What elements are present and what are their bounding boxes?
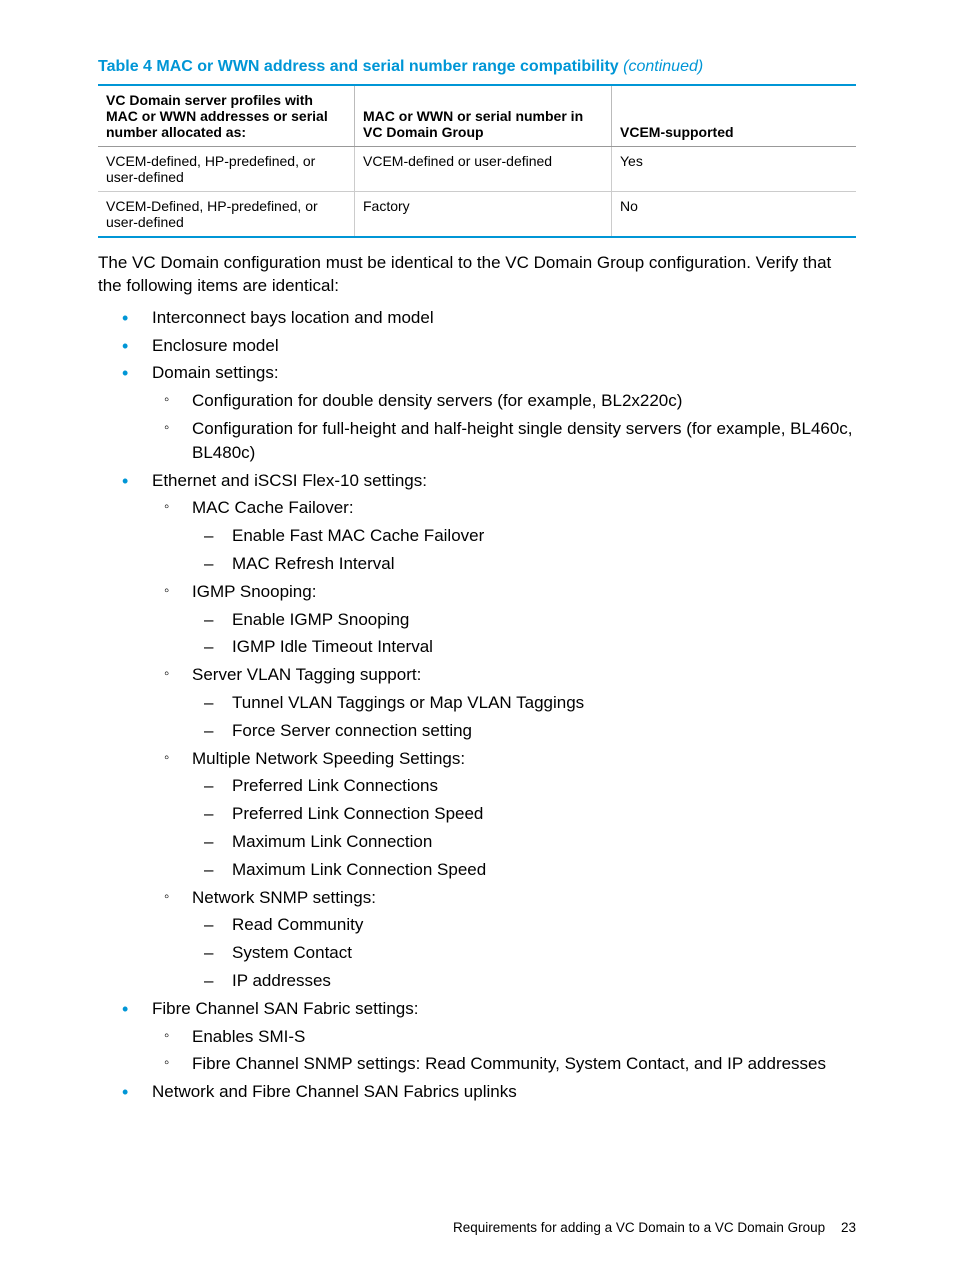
sublist: Read Community System Contact IP address… bbox=[192, 913, 856, 992]
list-text: Enclosure model bbox=[152, 336, 279, 355]
list-text: Enables SMI-S bbox=[192, 1027, 305, 1046]
list-text: Preferred Link Connections bbox=[232, 776, 438, 795]
list-item: MAC Cache Failover: Enable Fast MAC Cach… bbox=[158, 496, 856, 575]
sublist: Tunnel VLAN Taggings or Map VLAN Tagging… bbox=[192, 691, 856, 743]
list-item: IP addresses bbox=[198, 969, 856, 993]
list-text: MAC Refresh Interval bbox=[232, 554, 395, 573]
list-text: Server VLAN Tagging support: bbox=[192, 665, 421, 684]
list-text: Network and Fibre Channel SAN Fabrics up… bbox=[152, 1082, 517, 1101]
list-text: Network SNMP settings: bbox=[192, 888, 376, 907]
list-item: Server VLAN Tagging support: Tunnel VLAN… bbox=[158, 663, 856, 742]
compatibility-table: VC Domain server profiles with MAC or WW… bbox=[98, 84, 856, 238]
requirements-list: Interconnect bays location and model Enc… bbox=[98, 306, 856, 1104]
list-item: Tunnel VLAN Taggings or Map VLAN Tagging… bbox=[198, 691, 856, 715]
list-item: Interconnect bays location and model bbox=[116, 306, 856, 330]
list-item: Configuration for double density servers… bbox=[158, 389, 856, 413]
sublist: Enable Fast MAC Cache Failover MAC Refre… bbox=[192, 524, 856, 576]
intro-paragraph: The VC Domain configuration must be iden… bbox=[98, 252, 856, 298]
table-title-continued: (continued) bbox=[623, 58, 703, 75]
table-title-text: Table 4 MAC or WWN address and serial nu… bbox=[98, 58, 623, 75]
list-item: Configuration for full-height and half-h… bbox=[158, 417, 856, 465]
table-cell: Factory bbox=[355, 192, 612, 238]
list-text: MAC Cache Failover: bbox=[192, 498, 354, 517]
sublist: MAC Cache Failover: Enable Fast MAC Cach… bbox=[152, 496, 856, 992]
list-item: Preferred Link Connections bbox=[198, 774, 856, 798]
list-item: Enclosure model bbox=[116, 334, 856, 358]
table-row: VCEM-Defined, HP-predefined, or user-def… bbox=[98, 192, 856, 238]
page-container: Table 4 MAC or WWN address and serial nu… bbox=[0, 0, 954, 1271]
list-text: Fibre Channel SAN Fabric settings: bbox=[152, 999, 418, 1018]
list-text: Domain settings: bbox=[152, 363, 279, 382]
list-text: Configuration for double density servers… bbox=[192, 391, 682, 410]
table-row: VCEM-defined, HP-predefined, or user-def… bbox=[98, 147, 856, 192]
list-item: Fibre Channel SAN Fabric settings: Enabl… bbox=[116, 997, 856, 1076]
list-text: Force Server connection setting bbox=[232, 721, 472, 740]
list-item: Enable Fast MAC Cache Failover bbox=[198, 524, 856, 548]
table-title: Table 4 MAC or WWN address and serial nu… bbox=[98, 58, 856, 76]
list-item: Enable IGMP Snooping bbox=[198, 608, 856, 632]
table-cell: Yes bbox=[612, 147, 857, 192]
list-text: Multiple Network Speeding Settings: bbox=[192, 749, 465, 768]
list-item: Network SNMP settings: Read Community Sy… bbox=[158, 886, 856, 993]
list-text: Enable Fast MAC Cache Failover bbox=[232, 526, 484, 545]
list-text: Enable IGMP Snooping bbox=[232, 610, 409, 629]
table-header-c1: VC Domain server profiles with MAC or WW… bbox=[98, 85, 355, 147]
list-item: Maximum Link Connection bbox=[198, 830, 856, 854]
list-item: MAC Refresh Interval bbox=[198, 552, 856, 576]
list-text: Maximum Link Connection bbox=[232, 832, 432, 851]
list-item: Domain settings: Configuration for doubl… bbox=[116, 361, 856, 464]
list-text: IGMP Snooping: bbox=[192, 582, 316, 601]
page-footer: Requirements for adding a VC Domain to a… bbox=[453, 1220, 856, 1235]
list-text: Ethernet and iSCSI Flex-10 settings: bbox=[152, 471, 427, 490]
page-number: 23 bbox=[841, 1220, 856, 1235]
list-item: Maximum Link Connection Speed bbox=[198, 858, 856, 882]
list-item: Fibre Channel SNMP settings: Read Commun… bbox=[158, 1052, 856, 1076]
sublist: Preferred Link Connections Preferred Lin… bbox=[192, 774, 856, 881]
list-text: Configuration for full-height and half-h… bbox=[192, 419, 853, 462]
list-item: System Contact bbox=[198, 941, 856, 965]
list-item: Ethernet and iSCSI Flex-10 settings: MAC… bbox=[116, 469, 856, 993]
list-text: Fibre Channel SNMP settings: Read Commun… bbox=[192, 1054, 826, 1073]
table-cell: VCEM-Defined, HP-predefined, or user-def… bbox=[98, 192, 355, 238]
table-cell: VCEM-defined or user-defined bbox=[355, 147, 612, 192]
list-text: Maximum Link Connection Speed bbox=[232, 860, 486, 879]
list-text: Interconnect bays location and model bbox=[152, 308, 434, 327]
list-item: Preferred Link Connection Speed bbox=[198, 802, 856, 826]
list-item: Read Community bbox=[198, 913, 856, 937]
table-header-c2: MAC or WWN or serial number in VC Domain… bbox=[355, 85, 612, 147]
footer-text: Requirements for adding a VC Domain to a… bbox=[453, 1220, 825, 1235]
list-item: Multiple Network Speeding Settings: Pref… bbox=[158, 747, 856, 882]
list-text: Preferred Link Connection Speed bbox=[232, 804, 483, 823]
table-cell: VCEM-defined, HP-predefined, or user-def… bbox=[98, 147, 355, 192]
table-cell: No bbox=[612, 192, 857, 238]
list-text: Tunnel VLAN Taggings or Map VLAN Tagging… bbox=[232, 693, 584, 712]
list-text: IGMP Idle Timeout Interval bbox=[232, 637, 433, 656]
sublist: Enables SMI-S Fibre Channel SNMP setting… bbox=[152, 1025, 856, 1077]
list-item: IGMP Idle Timeout Interval bbox=[198, 635, 856, 659]
sublist: Enable IGMP Snooping IGMP Idle Timeout I… bbox=[192, 608, 856, 660]
sublist: Configuration for double density servers… bbox=[152, 389, 856, 464]
list-text: Read Community bbox=[232, 915, 363, 934]
list-text: System Contact bbox=[232, 943, 352, 962]
table-header-c3: VCEM-supported bbox=[612, 85, 857, 147]
list-item: Enables SMI-S bbox=[158, 1025, 856, 1049]
list-item: Network and Fibre Channel SAN Fabrics up… bbox=[116, 1080, 856, 1104]
list-item: Force Server connection setting bbox=[198, 719, 856, 743]
list-text: IP addresses bbox=[232, 971, 331, 990]
list-item: IGMP Snooping: Enable IGMP Snooping IGMP… bbox=[158, 580, 856, 659]
